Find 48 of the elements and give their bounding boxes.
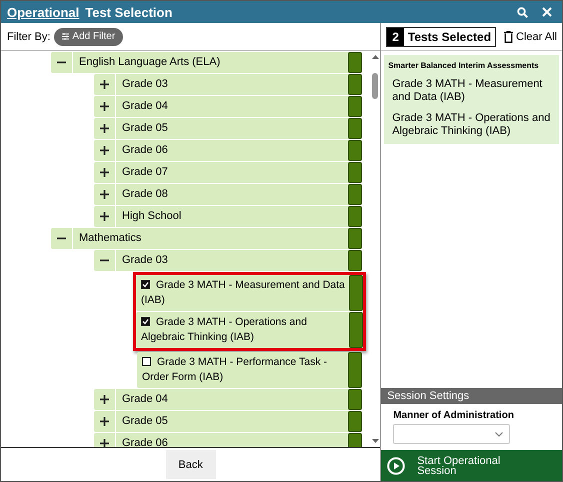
trash-icon (504, 30, 514, 42)
scroll-thumb[interactable] (372, 73, 378, 99)
chevron-down-icon (495, 432, 504, 436)
checkbox[interactable] (141, 317, 150, 326)
scroll-up-icon[interactable] (372, 55, 379, 59)
row-marker (348, 184, 362, 205)
row-marker (348, 162, 362, 183)
field-label: Manner of Administration (393, 410, 515, 421)
row-marker (348, 140, 362, 161)
row-marker (348, 52, 362, 73)
plus-icon (100, 212, 109, 221)
plus-icon (100, 395, 109, 404)
row-marker (348, 206, 362, 227)
back-button[interactable]: Back (166, 450, 216, 479)
plus-icon (100, 102, 109, 111)
plus-icon (100, 190, 109, 199)
checkbox[interactable] (142, 357, 151, 366)
row-marker (349, 312, 364, 348)
row-marker (348, 118, 362, 139)
row-marker (349, 275, 364, 311)
selected-test: Grade 3 MATH - Measurement and Data (IAB) (391, 78, 544, 104)
window-title: Test Selection (85, 4, 172, 20)
selected-test: Grade 3 MATH - Operations and Algebraic Thinking (IAB) (391, 112, 552, 138)
clear-all-button[interactable]: Clear All (504, 30, 557, 42)
checkbox[interactable] (141, 280, 150, 289)
plus-icon (100, 168, 109, 177)
filter-icon (62, 33, 70, 40)
row-marker (348, 250, 362, 271)
plus-icon (100, 439, 109, 447)
plus-icon (100, 146, 109, 155)
search-icon[interactable] (517, 6, 528, 18)
start-session-button[interactable]: Start Operational Session (381, 450, 562, 481)
plus-icon (100, 417, 109, 426)
scroll-down-icon[interactable] (372, 439, 379, 443)
row-marker (348, 74, 362, 95)
add-filter-button[interactable]: Add Filter (54, 28, 124, 46)
selected-count: 2 (387, 28, 404, 46)
assessment-group-title: Smarter Balanced Interim Assessments (388, 61, 540, 70)
row-marker (348, 96, 362, 117)
selected-label: Tests Selected (406, 28, 492, 46)
session-settings-heading: Session Settings (381, 388, 562, 404)
close-icon[interactable] (542, 7, 552, 17)
play-circle-icon (387, 456, 406, 474)
row-marker (348, 228, 362, 249)
plus-icon (100, 124, 109, 133)
operational-link[interactable]: Operational (7, 4, 80, 20)
filter-label: Filter By: (7, 30, 50, 42)
plus-icon (100, 80, 109, 89)
